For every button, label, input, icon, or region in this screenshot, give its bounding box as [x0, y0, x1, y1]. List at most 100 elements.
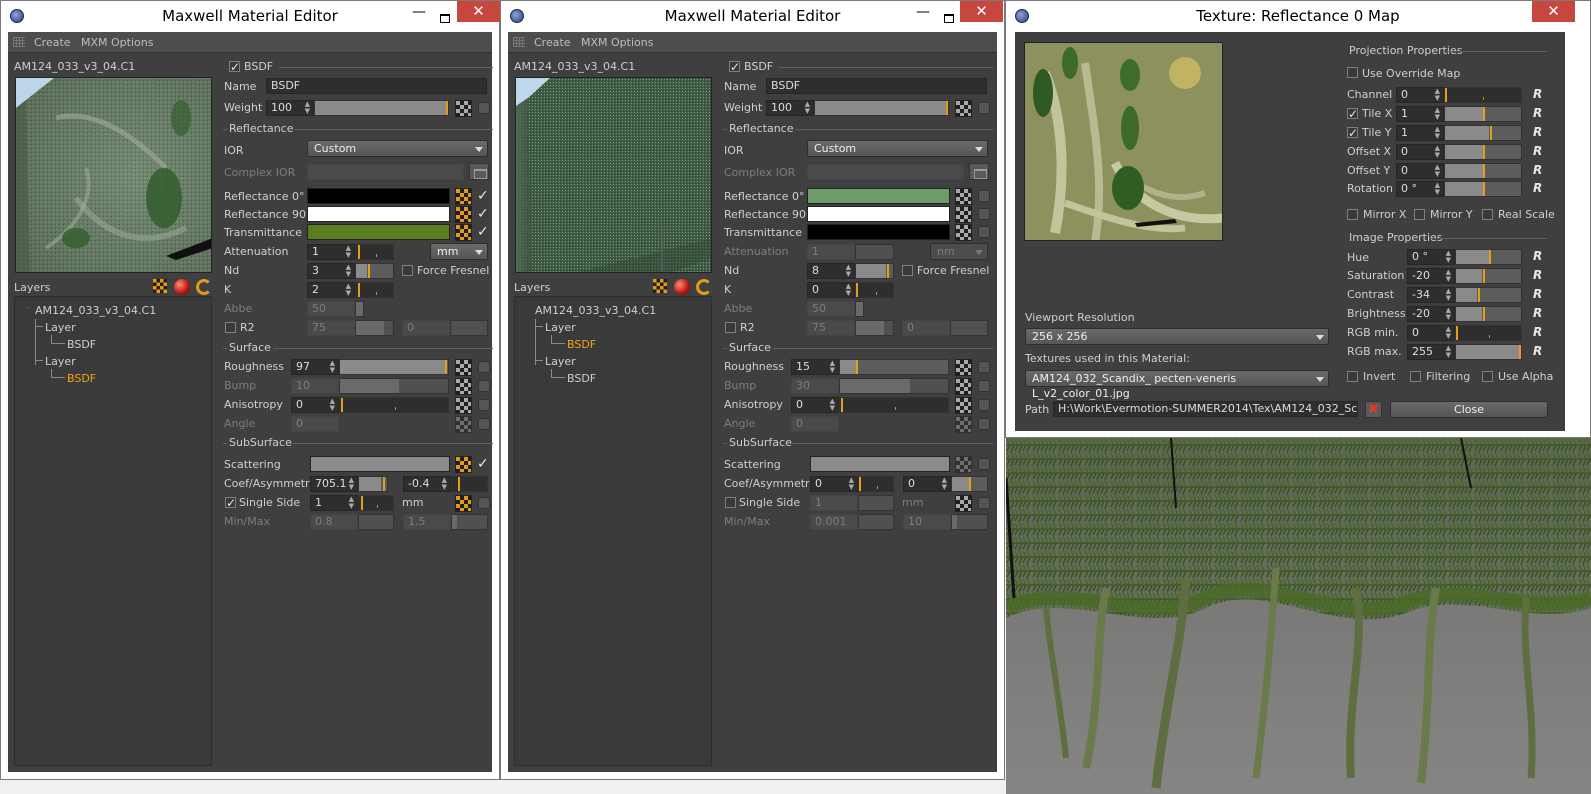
reflectance-0-map-checkbox[interactable]: ✓: [477, 189, 489, 203]
grip-icon[interactable]: [513, 37, 525, 47]
roughness-map-checkbox[interactable]: [978, 361, 990, 373]
scattering-map-icon[interactable]: [455, 456, 472, 473]
nd-spinner[interactable]: 3 ▲ ▼: [307, 263, 355, 279]
transmittance-swatch[interactable]: [807, 224, 950, 240]
brightness-slider[interactable]: [1455, 306, 1522, 322]
roughness-map-icon[interactable]: [955, 359, 972, 376]
roughness-map-icon[interactable]: [455, 359, 472, 376]
hue-reset-icon[interactable]: R: [1533, 249, 1542, 263]
k-slider[interactable]: [855, 282, 894, 298]
tree-item-bsdf-1[interactable]: BSDF: [67, 338, 96, 351]
anisotropy-map-icon[interactable]: [455, 397, 472, 414]
folder-icon[interactable]: [469, 163, 489, 180]
menu-create[interactable]: Create: [34, 36, 71, 49]
rgb-max-reset-icon[interactable]: R: [1533, 344, 1542, 358]
contrast-reset-icon[interactable]: R: [1533, 287, 1542, 301]
transmittance-map-icon[interactable]: [455, 224, 472, 241]
tree-item-bsdf-2[interactable]: BSDF: [567, 372, 596, 385]
angle-map-checkbox[interactable]: [478, 418, 490, 430]
r2-checkbox[interactable]: [225, 322, 236, 333]
reflectance-90-swatch[interactable]: [307, 206, 450, 222]
menu-create[interactable]: Create: [534, 36, 571, 49]
grip-icon[interactable]: [13, 37, 25, 47]
title-bar[interactable]: Maxwell Material Editor — ✕: [501, 1, 1004, 31]
bump-map-icon[interactable]: [955, 378, 972, 395]
saturation-slider[interactable]: [1455, 268, 1522, 284]
anisotropy-map-checkbox[interactable]: [978, 399, 990, 411]
tree-item-bsdf-1[interactable]: BSDF: [567, 338, 596, 351]
offset-y-spinner[interactable]: 0 ▲ ▼: [1396, 163, 1444, 179]
hue-spinner[interactable]: 0 ° ▲ ▼: [1407, 249, 1455, 265]
transmittance-swatch[interactable]: [307, 224, 450, 240]
ior-dropdown[interactable]: Custom: [807, 140, 988, 157]
coef-spinner[interactable]: 705.1 ▲ ▼: [310, 476, 358, 492]
roughness-slider[interactable]: [339, 359, 449, 375]
rotation-reset-icon[interactable]: R: [1533, 181, 1542, 195]
asymmetry-slider[interactable]: [951, 476, 988, 492]
close-dialog-button[interactable]: Close: [1390, 401, 1548, 418]
menu-mxm-options[interactable]: MXM Options: [581, 36, 653, 49]
emitter-icon[interactable]: [674, 279, 690, 295]
coef-slider[interactable]: [358, 476, 388, 492]
saturation-reset-icon[interactable]: R: [1533, 268, 1542, 282]
refresh-icon[interactable]: [196, 279, 212, 295]
asymmetry-spinner[interactable]: 0 ▲ ▼: [903, 476, 951, 492]
name-field[interactable]: BSDF: [266, 78, 487, 94]
weight-map-checkbox[interactable]: [978, 102, 990, 114]
reflectance-0-swatch[interactable]: [307, 188, 450, 204]
bsdf-enable-checkbox[interactable]: [729, 61, 740, 72]
offset-y-reset-icon[interactable]: R: [1533, 163, 1542, 177]
r2-checkbox[interactable]: [725, 322, 736, 333]
tree-item-layer-1[interactable]: Layer: [45, 321, 76, 334]
scattering-swatch[interactable]: [810, 456, 950, 472]
single-side-map-icon[interactable]: [455, 495, 472, 512]
tree-item-bsdf-2[interactable]: BSDF: [67, 372, 96, 385]
real-scale-checkbox[interactable]: [1482, 209, 1493, 220]
offset-x-spinner[interactable]: 0 ▲ ▼: [1396, 144, 1444, 160]
attenuation-spinner[interactable]: 1 ▲ ▼: [307, 244, 355, 260]
refresh-icon[interactable]: [696, 279, 712, 295]
ior-dropdown[interactable]: Custom: [307, 140, 488, 157]
mirror-x-checkbox[interactable]: [1347, 209, 1358, 220]
offset-x-reset-icon[interactable]: R: [1533, 144, 1542, 158]
maximize-button[interactable]: [431, 3, 459, 25]
bump-map-checkbox[interactable]: [978, 380, 990, 392]
3d-viewport[interactable]: [1006, 438, 1591, 794]
reflectance-90-swatch[interactable]: [807, 206, 950, 222]
reflectance-90-map-checkbox[interactable]: [978, 208, 990, 220]
single-side-map-checkbox[interactable]: [978, 497, 990, 509]
scattering-map-icon[interactable]: [955, 456, 972, 473]
clear-path-icon[interactable]: ✖: [1365, 401, 1382, 418]
channel-reset-icon[interactable]: R: [1533, 87, 1542, 101]
weight-slider[interactable]: [314, 100, 449, 116]
coef-spinner[interactable]: 0 ▲ ▼: [810, 476, 858, 492]
tree-item-material[interactable]: AM124_033_v3_04.C1: [35, 304, 156, 317]
emitter-icon[interactable]: [174, 279, 190, 295]
tile-x-reset-icon[interactable]: R: [1533, 106, 1542, 120]
anisotropy-map-icon[interactable]: [955, 397, 972, 414]
force-fresnel-checkbox[interactable]: [902, 265, 913, 276]
weight-map-checkbox[interactable]: [478, 102, 490, 114]
rgb-min-slider[interactable]: [1455, 325, 1522, 341]
tile-y-reset-icon[interactable]: R: [1533, 125, 1542, 139]
roughness-slider[interactable]: [839, 359, 949, 375]
nd-slider[interactable]: [855, 263, 894, 279]
brightness-reset-icon[interactable]: R: [1533, 306, 1542, 320]
tile-x-checkbox[interactable]: [1347, 108, 1358, 119]
angle-map-checkbox[interactable]: [978, 418, 990, 430]
tree-item-layer-2[interactable]: Layer: [45, 355, 76, 368]
anisotropy-slider[interactable]: [839, 397, 949, 413]
anisotropy-map-checkbox[interactable]: [478, 399, 490, 411]
force-fresnel-checkbox[interactable]: [402, 265, 413, 276]
k-spinner[interactable]: 2 ▲ ▼: [307, 282, 355, 298]
rgb-min-reset-icon[interactable]: R: [1533, 325, 1542, 339]
brightness-spinner[interactable]: -20 ▲ ▼: [1407, 306, 1455, 322]
weight-spinner[interactable]: 100 ▲ ▼: [766, 100, 814, 116]
bump-map-checkbox[interactable]: [478, 380, 490, 392]
weight-slider[interactable]: [814, 100, 949, 116]
use-override-map-checkbox[interactable]: [1347, 67, 1358, 78]
name-field[interactable]: BSDF: [766, 78, 987, 94]
k-slider[interactable]: [355, 282, 394, 298]
scattering-map-checkbox[interactable]: ✓: [477, 457, 489, 471]
transmittance-map-checkbox[interactable]: ✓: [477, 225, 489, 239]
